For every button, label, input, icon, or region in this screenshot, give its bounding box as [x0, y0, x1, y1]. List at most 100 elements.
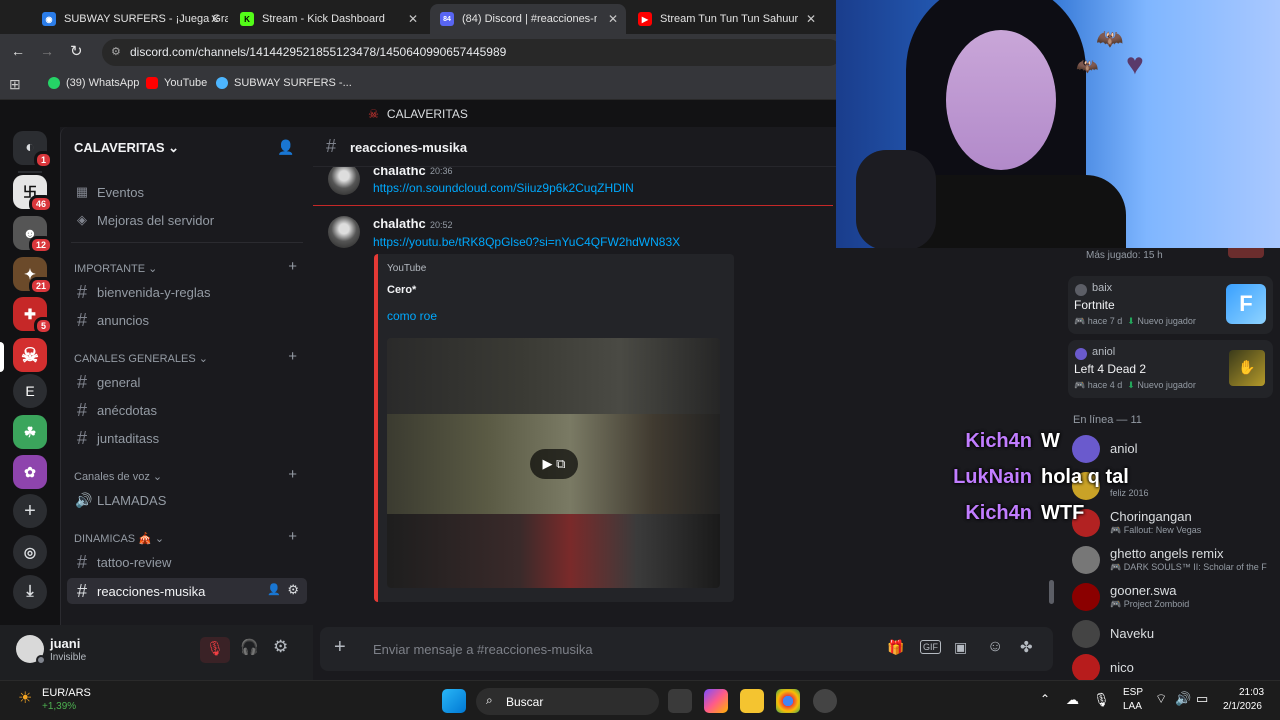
category-importante[interactable]: IMPORTANTE ⌄ — [74, 262, 157, 275]
bookmark-subway[interactable]: SUBWAY SURFERS -... — [216, 77, 352, 89]
add-channel-icon[interactable]: + — [288, 348, 297, 365]
invite-user-icon[interactable]: 👤 — [277, 139, 294, 156]
channel-reacciones-musika[interactable]: # reacciones-musika 👤 ⚙ — [67, 578, 307, 604]
copilot-icon[interactable] — [704, 689, 728, 713]
site-info-icon[interactable]: ⚙ — [111, 45, 121, 58]
add-channel-icon[interactable]: + — [288, 258, 297, 275]
wifi-icon[interactable]: ⌔ — [1155, 691, 1167, 707]
add-channel-icon[interactable]: + — [288, 528, 297, 545]
video-thumbnail[interactable]: ▶ ⧉ — [387, 338, 720, 588]
add-attachment-icon[interactable]: + — [334, 636, 346, 659]
headphones-icon[interactable]: 🎧 — [240, 638, 259, 656]
close-icon[interactable]: ✕ — [806, 12, 816, 26]
channel-anecdotas[interactable]: # anécdotas — [67, 397, 307, 423]
sticker-icon[interactable]: ▣ — [954, 639, 967, 656]
channel-juntaditass[interactable]: # juntaditass — [67, 425, 307, 451]
tab-subway-surfers[interactable]: ◉ SUBWAY SURFERS - ¡Juega Gra ✕ — [32, 4, 228, 34]
play-button[interactable]: ▶ ⧉ — [530, 449, 578, 479]
category-generales[interactable]: CANALES GENERALES ⌄ — [74, 352, 208, 365]
download-icon[interactable]: ⤓ — [13, 575, 47, 609]
add-channel-icon[interactable]: + — [288, 466, 297, 483]
avatar[interactable] — [328, 216, 360, 248]
gear-icon[interactable]: ⚙ — [273, 637, 288, 657]
member-item[interactable]: gooner.swa 🎮 Project Zomboid — [1070, 581, 1275, 613]
tab-discord[interactable]: 84 (84) Discord | #reacciones-musi ✕ — [430, 4, 626, 34]
bookmark-youtube[interactable]: YouTube — [146, 77, 207, 89]
member-item[interactable]: Choringangan 🎮 Fallout: New Vegas — [1070, 507, 1275, 539]
message-link[interactable]: https://youtu.be/tRK8QpGlse0?si=nYuC4QFW… — [373, 235, 680, 249]
member-name: aniol — [1110, 441, 1138, 456]
category-voz[interactable]: Canales de voz ⌄ — [74, 470, 162, 483]
discord-home-icon[interactable]: ◐ 1 — [13, 131, 53, 169]
gif-icon[interactable]: GIF — [920, 640, 941, 654]
invite-user-icon[interactable]: 👤 — [267, 583, 281, 596]
channel-llamadas[interactable]: 🔊 LLAMADAS — [67, 487, 307, 513]
gift-icon[interactable]: 🎁 — [887, 639, 904, 656]
embed-author[interactable]: como roe — [387, 309, 437, 323]
category-dinamicas[interactable]: DINAMICAS 🎪 ⌄ — [74, 532, 164, 545]
skull-icon[interactable]: ☠ — [13, 338, 47, 372]
bookmark-whatsapp[interactable]: (39) WhatsApp — [48, 77, 139, 89]
close-icon[interactable]: ✕ — [210, 12, 220, 26]
url-field[interactable]: ⚙ discord.com/channels/14144295218551234… — [102, 39, 842, 66]
obs-icon[interactable] — [813, 689, 837, 713]
message-author[interactable]: chalathc — [373, 167, 426, 178]
volume-icon[interactable]: 🔊 — [1175, 691, 1191, 707]
back-icon[interactable]: ← — [11, 43, 25, 59]
member-item[interactable]: ghetto angels remix 🎮 DARK SOULS™ II: Sc… — [1070, 544, 1275, 576]
channel-general[interactable]: # general — [67, 369, 307, 395]
server-icon[interactable]: ✚ 5 — [13, 297, 53, 335]
forward-icon[interactable]: → — [40, 43, 54, 59]
server-name-header[interactable]: CALAVERITAS ⌄ — [74, 140, 179, 156]
message-link[interactable]: https://on.soundcloud.com/Siiuz9p6k2CuqZ… — [373, 181, 634, 195]
tab-kick-dashboard[interactable]: K Stream - Kick Dashboard ✕ — [230, 4, 426, 34]
letter-icon[interactable]: E — [13, 374, 47, 408]
sidebar-item-mejoras[interactable]: ◈ Mejoras del servidor — [67, 207, 307, 233]
server-icon[interactable]: ✿ — [13, 455, 47, 489]
emoji-icon[interactable]: ☺ — [987, 638, 1003, 656]
explore-icon[interactable]: ◎ — [13, 535, 47, 569]
message-author[interactable]: chalathc — [373, 216, 426, 231]
chrome-icon[interactable] — [776, 689, 800, 713]
url-text: discord.com/channels/1414429521855123478… — [130, 45, 507, 59]
gear-icon[interactable]: ⚙ — [287, 582, 299, 598]
file-explorer-icon[interactable] — [740, 689, 764, 713]
tab-youtube-stream[interactable]: ▶ Stream Tun Tun Tun Sahuur (hc ✕ — [628, 4, 824, 34]
reload-icon[interactable]: ↻ — [70, 42, 83, 60]
microphone-icon[interactable]: 🎙 — [1093, 692, 1110, 708]
close-icon[interactable]: ✕ — [608, 12, 618, 26]
apps-icon[interactable]: ✤ — [1020, 638, 1033, 656]
taskbar-search[interactable]: ⌕ Buscar — [476, 688, 659, 715]
server-icon[interactable]: 卐 46 — [13, 175, 53, 213]
scrollbar-thumb[interactable] — [1049, 580, 1054, 604]
member-item[interactable]: Naveku — [1070, 618, 1275, 650]
add-server-icon[interactable]: + — [13, 494, 47, 528]
mute-mic-button[interactable]: 🎙 — [200, 637, 230, 663]
activity-card[interactable]: baix Fortnite 🎮 hace 7 d ⬇ Nuevo jugador… — [1068, 276, 1273, 334]
close-icon[interactable]: ✕ — [408, 12, 418, 26]
cloud-icon[interactable]: ☁ — [1066, 692, 1079, 708]
weather-icon[interactable]: ☀ — [18, 688, 32, 708]
task-view-icon[interactable] — [668, 689, 692, 713]
clock-date[interactable]: 2/1/2026 — [1223, 701, 1262, 712]
embed-title[interactable]: Cero* — [387, 284, 416, 296]
keyboard-layout-label[interactable]: LAA — [1123, 701, 1142, 712]
server-icon[interactable]: ☻ 12 — [13, 216, 53, 254]
member-item[interactable]: aniol — [1070, 433, 1275, 465]
ticker-label[interactable]: EUR/ARS — [42, 687, 91, 699]
language-label[interactable]: ESP — [1123, 687, 1143, 698]
avatar[interactable] — [328, 167, 360, 195]
message-input[interactable]: Enviar mensaje a #reacciones-musika — [373, 642, 593, 657]
sidebar-item-eventos[interactable]: ▦ Eventos — [67, 179, 307, 205]
windows-start-icon[interactable] — [442, 689, 466, 713]
clock-time[interactable]: 21:03 — [1239, 687, 1264, 698]
channel-bienvenida[interactable]: # bienvenida-y-reglas — [67, 279, 307, 305]
apps-grid-icon[interactable]: ⊞ — [9, 76, 21, 93]
server-icon[interactable]: ☘ — [13, 415, 47, 449]
activity-card[interactable]: aniol Left 4 Dead 2 🎮 hace 4 d ⬇ Nuevo j… — [1068, 340, 1273, 398]
battery-icon[interactable]: ▭ — [1196, 691, 1208, 707]
channel-tattoo-review[interactable]: # tattoo-review — [67, 549, 307, 575]
channel-anuncios[interactable]: # anuncios — [67, 307, 307, 333]
server-icon[interactable]: ✦ 21 — [13, 257, 53, 295]
chevron-up-icon[interactable]: ⌃ — [1040, 692, 1050, 706]
